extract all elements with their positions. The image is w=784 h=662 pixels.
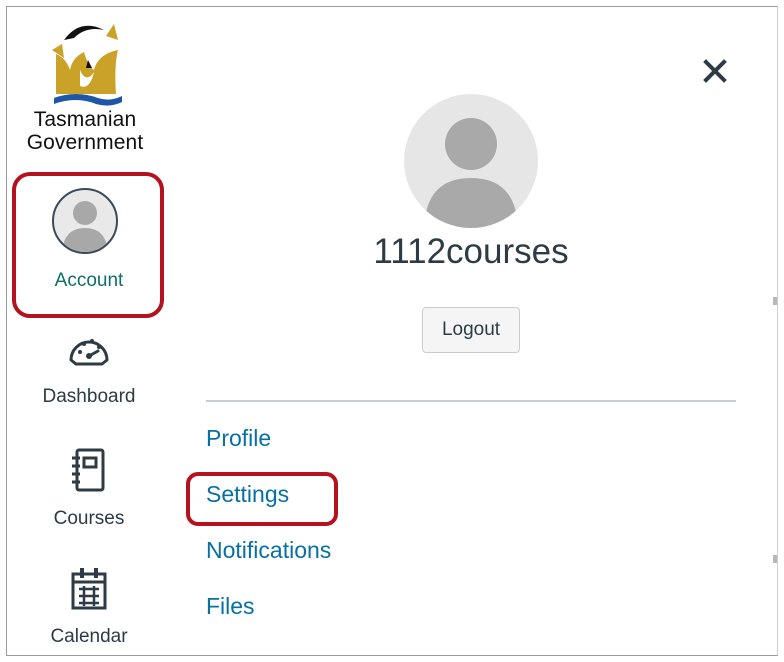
edge-marker (773, 555, 777, 563)
nav-label-calendar: Calendar (50, 626, 128, 647)
tray-divider (206, 400, 736, 402)
brand-line-1: Tasmanian (33, 108, 137, 131)
courses-icon (72, 448, 105, 492)
profile-link[interactable]: Profile (206, 425, 271, 452)
brand-line-2: Government (26, 131, 144, 154)
files-link[interactable]: Files (206, 593, 255, 620)
close-icon (703, 59, 727, 83)
calendar-icon (71, 568, 107, 610)
close-button[interactable] (698, 54, 732, 88)
account-highlight-box (12, 172, 164, 318)
username: 1112courses (373, 232, 569, 271)
nav-label-dashboard: Dashboard (42, 386, 136, 407)
logout-button[interactable]: Logout (422, 307, 520, 353)
dashboard-icon (69, 339, 109, 366)
nav-item-courses[interactable]: Courses (14, 446, 164, 536)
edge-marker (773, 297, 777, 305)
profile-avatar (404, 94, 538, 228)
notifications-link[interactable]: Notifications (206, 537, 331, 564)
tasmanian-government-logo[interactable]: Tasmanian Government (10, 14, 160, 174)
avatar-icon (424, 118, 518, 228)
nav-label-courses: Courses (53, 508, 125, 529)
nav-item-dashboard[interactable]: Dashboard (14, 330, 164, 420)
settings-highlight-box (186, 472, 338, 526)
tiger-logo-icon (52, 24, 122, 106)
nav-item-calendar[interactable]: Calendar (14, 566, 164, 656)
